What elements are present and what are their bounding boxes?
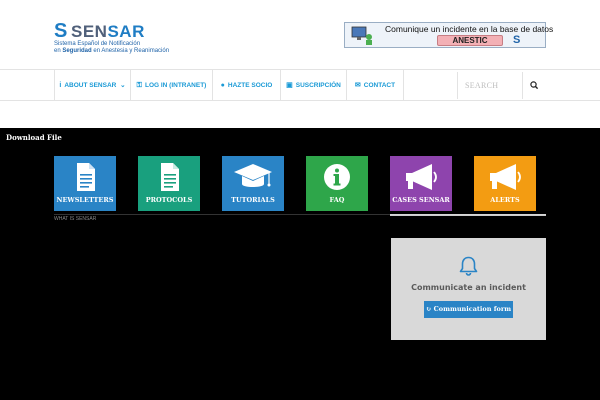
logo-name-part-b: SAR [107, 22, 145, 41]
info-icon: i [59, 82, 62, 89]
logo-name-part-a: SEN [71, 22, 108, 41]
communication-form-button[interactable]: ↻ Communication form [424, 301, 513, 318]
nav-item-contact[interactable]: ✉ CONTACT [346, 70, 404, 101]
search-input[interactable] [458, 72, 522, 99]
nav-item-hazte-socio[interactable]: ● HAZTE SOCIO [212, 70, 280, 101]
nav-item-suscripcion[interactable]: ▣ SUSCRIPCIÓN [280, 70, 346, 101]
tile-cases-sensar[interactable]: CASES SENSAR [390, 156, 452, 211]
user-icon: ● [220, 82, 225, 89]
incident-panel: Communicate an incident ↻ Communication … [391, 238, 546, 340]
tile-newsletters[interactable]: NEWSLETTERS [54, 156, 116, 211]
site-header: S SENSAR Sistema Español de Notificación… [0, 0, 600, 70]
what-is-sensar-heading: WHAT IS SENSAR [54, 216, 97, 222]
tile-label: CASES SENSAR [392, 196, 450, 204]
anestic-button[interactable]: ANESTIC [437, 35, 503, 46]
mail-icon: ✉ [354, 82, 361, 89]
tile-tutorials[interactable]: TUTORIALS [222, 156, 284, 211]
document-icon [161, 163, 179, 191]
computer-users-icon [351, 26, 372, 45]
megaphone-icon [490, 164, 521, 190]
tile-alerts[interactable]: ALERTS [474, 156, 536, 211]
nav-item-label: ABOUT SENSAR [64, 82, 117, 89]
tile-label: ALERTS [490, 196, 520, 204]
logo-name: SENSAR [71, 22, 145, 42]
banner-text: Comunique un incidente en la base de dat… [385, 24, 554, 34]
document-icon [77, 163, 95, 191]
logo-subtitle-line1: Sistema Español de Notificación [54, 41, 141, 47]
nav-item-login[interactable]: ⚿ LOG IN (INTRANET) [130, 70, 212, 101]
search-button[interactable] [522, 72, 545, 99]
tile-label: PROTOCOLS [145, 196, 193, 204]
search-box [457, 72, 545, 99]
logo-sub2-c: en Anestesia y Reanimación [91, 48, 170, 54]
nav-item-about-sensar[interactable]: i ABOUT SENSAR ⌄ [54, 70, 130, 101]
nav-item-label: CONTACT [363, 82, 396, 89]
nav-item-label: LOG IN (INTRANET) [144, 82, 207, 89]
megaphone-icon [406, 164, 437, 190]
key-icon: ⚿ [136, 82, 142, 89]
square-icon: ▣ [286, 82, 293, 89]
logo-mark: S [54, 20, 67, 43]
tile-label: FAQ [329, 196, 345, 204]
tile-label: TUTORIALS [231, 196, 275, 204]
logo-subtitle-line2: en Seguridad en Anestesia y Reanimación [54, 48, 169, 55]
download-file-link[interactable]: Download File [6, 133, 62, 142]
tile-protocols[interactable]: PROTOCOLS [138, 156, 200, 211]
logo-subtitle: Sistema Español de Notificación en Segur… [54, 41, 169, 55]
button-label: Communication form [433, 305, 512, 313]
search-icon [530, 81, 539, 90]
banner-logo-mark: S [513, 34, 521, 46]
logo-mark-letter: S [54, 20, 67, 42]
tile-label: NEWSLETTERS [56, 196, 114, 204]
nav-item-label: SUSCRIPCIÓN [295, 82, 341, 89]
anestic-banner[interactable]: Comunique un incidente en la base de dat… [344, 22, 553, 48]
chevron-down-icon: ⌄ [120, 82, 126, 89]
bell-icon [459, 256, 478, 276]
divider-highlight [390, 214, 546, 216]
content-band [0, 101, 600, 128]
refresh-icon: ↻ [425, 305, 432, 313]
tile-faq[interactable]: FAQ [306, 156, 368, 211]
sensar-logo[interactable]: S SENSAR Sistema Español de Notificación… [54, 20, 194, 54]
info-circle-icon [324, 164, 350, 190]
logo-sub2-b: Seguridad [62, 48, 92, 54]
graduation-cap-icon [234, 164, 272, 187]
incident-title: Communicate an incident [411, 283, 526, 292]
nav-item-label: HAZTE SOCIO [227, 82, 273, 89]
